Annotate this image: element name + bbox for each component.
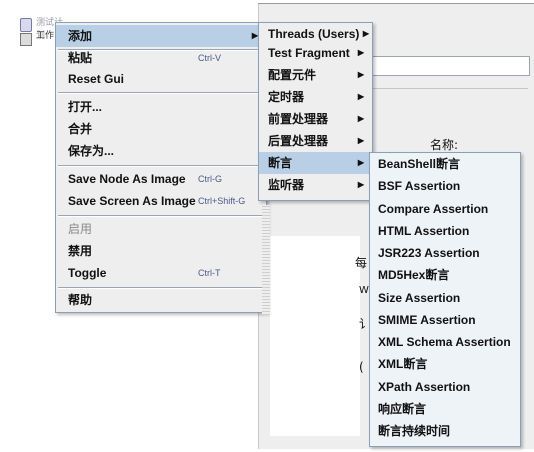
menu-item-merge-label: 合并 — [68, 122, 93, 136]
menu-item-paste-label: 粘贴 — [68, 51, 93, 65]
submenu-arrow-icon: ▶ — [357, 158, 364, 167]
assertion-item-label: BSF Assertion — [378, 179, 461, 193]
menu-item-open[interactable]: 打开... — [56, 96, 266, 118]
submenu-arrow-icon: ▶ — [357, 114, 364, 123]
submenu-item-label: 监听器 — [268, 178, 305, 192]
menu-item-reset-gui-label: Reset Gui — [68, 72, 125, 86]
menu-item-save-node-image[interactable]: Save Node As Image Ctrl-G — [56, 168, 266, 190]
splitter-grip[interactable] — [262, 205, 270, 315]
assertion-item-xml[interactable]: XML断言 — [370, 353, 520, 375]
assertion-item-xml-schema[interactable]: XML Schema Assertion — [370, 331, 520, 353]
assertion-item-label: XML断言 — [378, 357, 428, 371]
submenu-item-label: 断言 — [268, 156, 293, 170]
assertion-item-html[interactable]: HTML Assertion — [370, 220, 520, 242]
submenu-item-listener[interactable]: 监听器 ▶ — [259, 174, 372, 196]
menu-item-merge[interactable]: 合并 — [56, 118, 266, 140]
workbench-icon — [20, 33, 32, 46]
assertion-item-response[interactable]: 响应断言 — [370, 398, 520, 420]
menu-item-save-as[interactable]: 保存为... — [56, 140, 266, 162]
menu-item-add[interactable]: 添加 ▶ — [56, 25, 266, 47]
assertion-item-label: 断言持续时间 — [378, 424, 451, 438]
name-label: 名称: — [430, 138, 459, 152]
menu-item-save-screen-image-label: Save Screen As Image — [68, 194, 196, 208]
background-content-area — [270, 236, 360, 436]
submenu-item-label: Test Fragment — [268, 46, 350, 60]
assertion-item-label: HTML Assertion — [378, 224, 470, 238]
assertion-item-label: XML Schema Assertion — [378, 335, 511, 349]
submenu-item-label: 定时器 — [268, 90, 305, 104]
menu-separator — [58, 215, 264, 217]
menu-item-enable: 启用 — [56, 218, 266, 240]
menu-item-reset-gui[interactable]: Reset Gui — [56, 68, 266, 90]
menu-item-add-label: 添加 — [68, 29, 93, 43]
menu-item-toggle-label: Toggle — [68, 266, 107, 280]
menu-item-disable-label: 禁用 — [68, 244, 93, 258]
background-text-fragment: ( — [359, 360, 364, 374]
toggle-shortcut: Ctrl-T — [198, 268, 221, 278]
submenu-arrow-icon: ▶ — [357, 48, 364, 57]
test-plan-icon — [20, 18, 32, 32]
submenu-item-label: Threads (Users) — [268, 27, 360, 41]
menu-separator — [58, 92, 264, 94]
submenu-arrow-icon: ▶ — [357, 180, 364, 189]
submenu-item-config-element[interactable]: 配置元件 ▶ — [259, 64, 372, 86]
assertion-item-beanshell[interactable]: BeanShell断言 — [370, 153, 520, 175]
menu-item-save-node-image-label: Save Node As Image — [68, 172, 186, 186]
submenu-item-label: 配置元件 — [268, 68, 317, 82]
assertion-item-jsr223[interactable]: JSR223 Assertion — [370, 242, 520, 264]
assertion-item-label: Size Assertion — [378, 291, 461, 305]
submenu-item-label: 后置处理器 — [268, 134, 329, 148]
submenu-item-post-processor[interactable]: 后置处理器 ▶ — [259, 130, 372, 152]
context-menu: 添加 ▶ 粘贴 Ctrl-V Reset Gui 打开... 合并 保存为...… — [55, 22, 267, 313]
menu-item-help-label: 帮助 — [68, 293, 93, 307]
submenu-item-test-fragment[interactable]: Test Fragment ▶ — [259, 42, 372, 64]
paste-shortcut: Ctrl-V — [198, 53, 221, 63]
assertion-item-smime[interactable]: SMIME Assertion — [370, 309, 520, 331]
menu-item-paste[interactable]: 粘贴 Ctrl-V — [56, 47, 266, 69]
submenu-item-assertion[interactable]: 断言 ▶ — [259, 152, 372, 174]
assertion-submenu: BeanShell断言 BSF Assertion Compare Assert… — [369, 152, 521, 447]
menu-item-disable[interactable]: 禁用 — [56, 240, 266, 262]
assertion-item-duration[interactable]: 断言持续时间 — [370, 420, 520, 442]
save-node-image-shortcut: Ctrl-G — [198, 174, 222, 184]
assertion-item-label: BeanShell断言 — [378, 157, 461, 171]
menu-item-open-label: 打开... — [68, 100, 103, 114]
assertion-item-label: JSR223 Assertion — [378, 246, 480, 260]
menu-item-enable-label: 启用 — [68, 222, 93, 236]
menu-item-save-screen-image[interactable]: Save Screen As Image Ctrl+Shift-G — [56, 190, 266, 212]
menu-item-save-as-label: 保存为... — [68, 144, 115, 158]
assertion-item-label: Compare Assertion — [378, 202, 489, 216]
add-submenu: Threads (Users) ▶ Test Fragment ▶ 配置元件 ▶… — [258, 22, 373, 201]
menu-item-toggle[interactable]: Toggle Ctrl-T — [56, 262, 266, 284]
submenu-arrow-icon: ▶ — [357, 92, 364, 101]
assertion-item-md5hex[interactable]: MD5Hex断言 — [370, 264, 520, 286]
assertion-item-compare[interactable]: Compare Assertion — [370, 198, 520, 220]
background-text-fragment: W — [359, 285, 369, 296]
submenu-arrow-icon: ▶ — [357, 70, 364, 79]
assertion-item-size[interactable]: Size Assertion — [370, 287, 520, 309]
save-screen-image-shortcut: Ctrl+Shift-G — [198, 196, 246, 206]
submenu-arrow-icon: ▶ — [357, 136, 364, 145]
assertion-item-label: SMIME Assertion — [378, 313, 476, 327]
submenu-item-pre-processor[interactable]: 前置处理器 ▶ — [259, 108, 372, 130]
submenu-item-label: 前置处理器 — [268, 112, 329, 126]
background-text-fragment: 每 — [355, 256, 368, 270]
assertion-item-label: MD5Hex断言 — [378, 268, 450, 282]
menu-separator — [58, 165, 264, 167]
menu-item-help[interactable]: 帮助 — [56, 289, 266, 311]
assertion-item-xpath[interactable]: XPath Assertion — [370, 376, 520, 398]
submenu-item-timer[interactable]: 定时器 ▶ — [259, 86, 372, 108]
assertion-item-label: XPath Assertion — [378, 380, 471, 394]
assertion-item-bsf[interactable]: BSF Assertion — [370, 175, 520, 197]
assertion-item-label: 响应断言 — [378, 402, 427, 416]
